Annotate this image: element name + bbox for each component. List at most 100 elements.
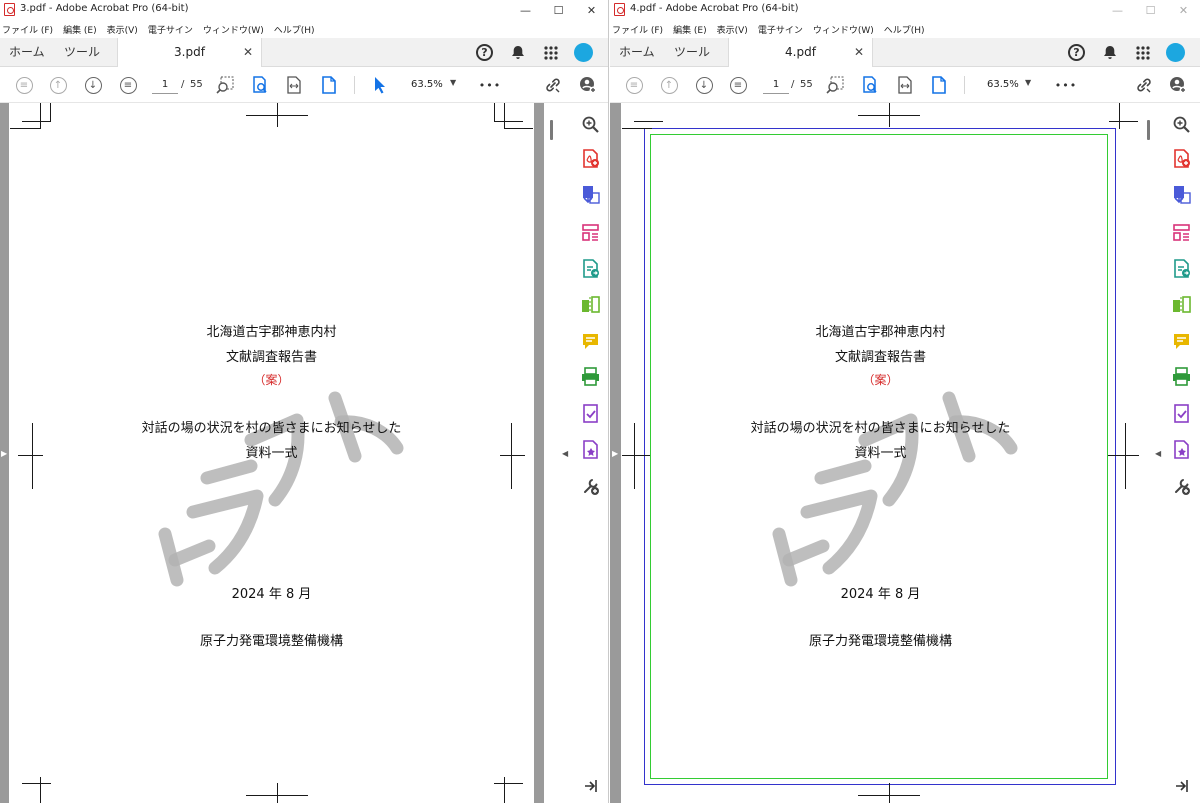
zoom-value[interactable]: 63.5%: [987, 76, 1045, 94]
marquee-zoom-button[interactable]: [825, 75, 845, 95]
notifications-button[interactable]: [1093, 45, 1126, 60]
tab-document[interactable]: 3.pdf ✕: [117, 38, 262, 67]
find-text-button[interactable]: [860, 75, 880, 95]
page-view-button[interactable]: [929, 75, 949, 95]
first-page-button[interactable]: ≡: [14, 75, 34, 95]
expand-left-pane-icon[interactable]: ▶: [612, 449, 618, 458]
help-button[interactable]: ?: [468, 44, 501, 61]
zoom-value[interactable]: 63.5%: [411, 76, 469, 94]
compare-files-button[interactable]: [1172, 295, 1191, 314]
share-link-button[interactable]: [543, 75, 563, 95]
zoom-dropdown-icon[interactable]: ▼: [450, 78, 456, 87]
scan-ocr-button[interactable]: [1172, 367, 1191, 386]
scroll-thumb[interactable]: [550, 120, 553, 140]
menu-edit[interactable]: 編集 (E): [673, 23, 707, 36]
share-link-button[interactable]: [1134, 75, 1154, 95]
add-user-button[interactable]: [1168, 75, 1188, 95]
create-pdf-button[interactable]: [1172, 149, 1191, 168]
export-pdf-button[interactable]: [1172, 185, 1191, 204]
page-number-input[interactable]: 1: [763, 76, 789, 94]
document-viewport[interactable]: ▶ 北海道古宇郡神恵内村 文献調査報告書 （案） 対話の場の状況を村の皆さまにお…: [0, 103, 571, 803]
profile-button[interactable]: [1159, 43, 1192, 62]
menu-file[interactable]: ファイル (F): [2, 23, 53, 36]
expand-panel-button[interactable]: [1175, 779, 1189, 797]
next-page-button[interactable]: ↓: [694, 75, 714, 95]
scan-ocr-button[interactable]: [581, 367, 600, 386]
organize-pages-button[interactable]: [1172, 223, 1191, 242]
menu-window[interactable]: ウィンドウ(W): [203, 23, 264, 36]
tab-home[interactable]: ホーム: [9, 38, 45, 67]
tab-close-icon[interactable]: ✕: [243, 45, 253, 59]
last-page-button[interactable]: ≡: [118, 75, 138, 95]
minimize-button[interactable]: —: [1101, 0, 1134, 20]
find-text-button[interactable]: [250, 75, 270, 95]
close-button[interactable]: ✕: [1167, 0, 1200, 20]
first-page-button[interactable]: ≡: [624, 75, 644, 95]
add-user-button[interactable]: [578, 75, 598, 95]
document-viewport[interactable]: ▶ 北海道古宇郡神恵内村 文献調査報告書 （案） 対話の場の状況を村の皆さまにお…: [610, 103, 1162, 803]
menu-file[interactable]: ファイル (F): [612, 23, 663, 36]
menu-help[interactable]: ヘルプ(H): [274, 23, 315, 36]
menu-esign[interactable]: 電子サイン: [148, 23, 193, 36]
comment-button[interactable]: [581, 332, 600, 351]
vertical-scrollbar[interactable]: [545, 103, 559, 803]
export-pdf-button[interactable]: [581, 185, 600, 204]
tab-close-icon[interactable]: ✕: [854, 45, 864, 59]
page-view-button[interactable]: [319, 75, 339, 95]
marquee-zoom-button[interactable]: [215, 75, 235, 95]
maximize-button[interactable]: ☐: [542, 0, 575, 20]
select-tool-button[interactable]: [370, 75, 390, 95]
request-signature-button[interactable]: [1172, 440, 1191, 459]
scroll-thumb[interactable]: [1147, 120, 1150, 140]
collapse-right-panel-icon[interactable]: ◀: [1155, 449, 1161, 458]
notifications-button[interactable]: [501, 45, 534, 60]
prev-page-button[interactable]: ↑: [48, 75, 68, 95]
search-zoom-button[interactable]: [1172, 115, 1191, 134]
next-page-button[interactable]: ↓: [83, 75, 103, 95]
compare-files-button[interactable]: [581, 295, 600, 314]
more-tools-button[interactable]: •••: [1055, 75, 1076, 95]
comment-button[interactable]: [1172, 332, 1191, 351]
collapse-right-panel-icon[interactable]: ◀: [562, 449, 568, 458]
zoom-dropdown-icon[interactable]: ▼: [1025, 78, 1031, 87]
page-number-input[interactable]: 1: [152, 76, 178, 94]
tab-document[interactable]: 4.pdf ✕: [728, 38, 873, 67]
fit-width-button[interactable]: [284, 75, 304, 95]
menu-view[interactable]: 表示(V): [107, 23, 138, 36]
tab-home[interactable]: ホーム: [619, 38, 655, 67]
title-bar[interactable]: 4.pdf - Adobe Acrobat Pro (64-bit) — ☐ ✕: [610, 0, 1200, 20]
menu-window[interactable]: ウィンドウ(W): [813, 23, 874, 36]
edit-pdf-button[interactable]: [1172, 259, 1191, 278]
menu-edit[interactable]: 編集 (E): [63, 23, 97, 36]
more-tools-button[interactable]: [1172, 477, 1191, 496]
menu-view[interactable]: 表示(V): [717, 23, 748, 36]
create-pdf-button[interactable]: [581, 149, 600, 168]
tab-tools[interactable]: ツール: [64, 38, 100, 67]
more-tools-button[interactable]: [581, 477, 600, 496]
menu-esign[interactable]: 電子サイン: [758, 23, 803, 36]
more-tools-button[interactable]: •••: [479, 75, 500, 95]
prev-page-button[interactable]: ↑: [659, 75, 679, 95]
expand-left-pane-icon[interactable]: ▶: [1, 449, 7, 458]
apps-button[interactable]: [1126, 45, 1159, 60]
crop-mark: [50, 103, 51, 122]
organize-pages-button[interactable]: [581, 223, 600, 242]
last-page-button[interactable]: ≡: [728, 75, 748, 95]
fill-sign-button[interactable]: [581, 404, 600, 423]
help-button[interactable]: ?: [1060, 44, 1093, 61]
maximize-button[interactable]: ☐: [1134, 0, 1167, 20]
title-bar[interactable]: 3.pdf - Adobe Acrobat Pro (64-bit) — ☐ ✕: [0, 0, 608, 20]
fill-sign-button[interactable]: [1172, 404, 1191, 423]
profile-button[interactable]: [567, 43, 600, 62]
edit-pdf-button[interactable]: [581, 259, 600, 278]
search-zoom-button[interactable]: [581, 115, 600, 134]
menu-help[interactable]: ヘルプ(H): [884, 23, 925, 36]
vertical-scrollbar[interactable]: [1142, 103, 1156, 803]
minimize-button[interactable]: —: [509, 0, 542, 20]
expand-panel-button[interactable]: [584, 779, 598, 797]
fit-width-button[interactable]: [895, 75, 915, 95]
request-signature-button[interactable]: [581, 440, 600, 459]
close-button[interactable]: ✕: [575, 0, 608, 20]
tab-tools[interactable]: ツール: [674, 38, 710, 67]
apps-button[interactable]: [534, 45, 567, 60]
